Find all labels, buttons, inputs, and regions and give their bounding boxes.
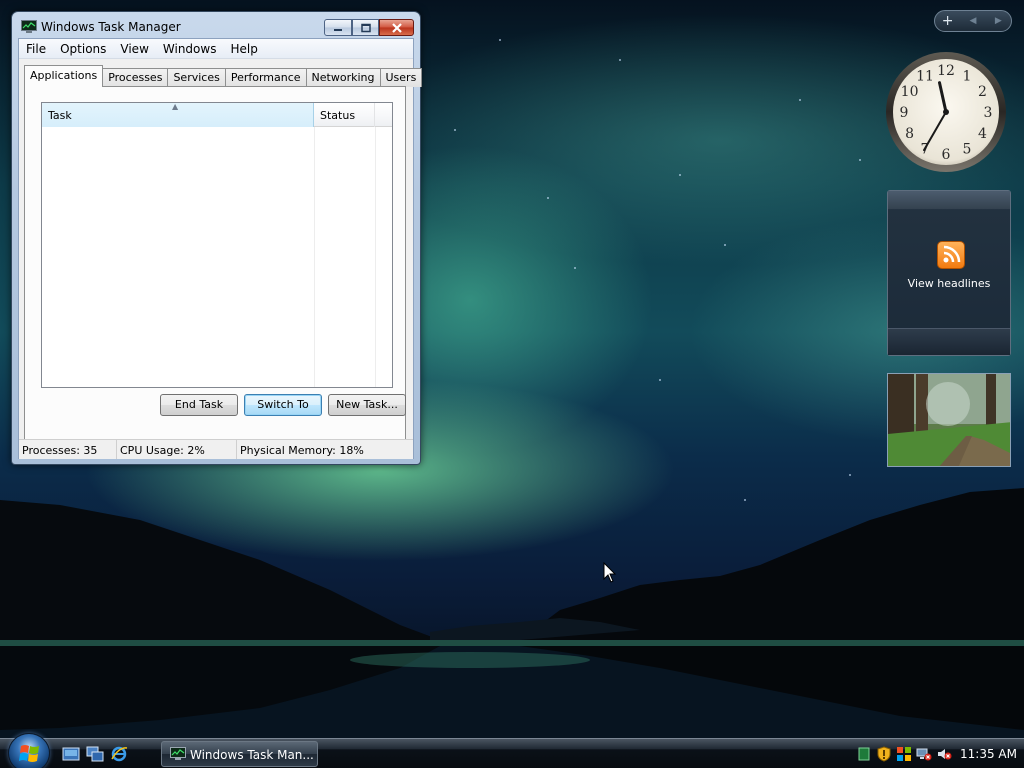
add-gadget-button[interactable]: + xyxy=(935,11,960,31)
clock-numeral: 2 xyxy=(978,84,987,100)
tab-applications[interactable]: Applications xyxy=(24,65,104,87)
clock-numeral: 11 xyxy=(916,69,934,85)
clock-numeral: 1 xyxy=(963,69,972,85)
taskbar-clock[interactable]: 11:35 AM xyxy=(960,747,1017,761)
taskbar-task-manager-button[interactable]: Windows Task Man... xyxy=(161,741,318,767)
clock-numeral: 10 xyxy=(901,84,919,100)
menu-windows[interactable]: Windows xyxy=(156,39,224,59)
clock-numeral: 5 xyxy=(963,141,972,157)
quick-launch-toolbar xyxy=(62,745,128,763)
menu-view[interactable]: View xyxy=(113,39,155,59)
taskbar-task-label: Windows Task Man... xyxy=(190,748,314,762)
next-page-icon[interactable]: ▶ xyxy=(986,11,1011,31)
tab-users[interactable]: Users xyxy=(379,68,423,87)
clock-numeral: 6 xyxy=(942,147,951,163)
gadget-footer-strip xyxy=(888,328,1010,355)
network-disconnected-icon[interactable] xyxy=(916,746,932,762)
security-shield-icon[interactable] xyxy=(876,746,892,762)
forest-path-photo-icon xyxy=(888,374,1010,466)
column-header-status-label: Status xyxy=(320,109,356,122)
minimize-icon xyxy=(334,28,342,31)
maximize-icon xyxy=(360,23,371,32)
windows-flag-icon[interactable] xyxy=(896,746,912,762)
rss-feed-icon xyxy=(937,241,965,269)
status-cpu-usage: CPU Usage: 2% xyxy=(117,440,237,459)
list-header: ▲ Task Status xyxy=(42,102,392,127)
menu-help[interactable]: Help xyxy=(223,39,264,59)
clock-numeral: 3 xyxy=(984,105,993,121)
tab-strip: Applications Processes Services Performa… xyxy=(24,65,423,87)
applications-panel: ▲ Task Status End Task Switch To New Tas… xyxy=(24,86,406,441)
new-task-button[interactable]: New Task... xyxy=(328,394,406,416)
previous-page-icon[interactable]: ◀ xyxy=(960,11,985,31)
status-bar: Processes: 35 CPU Usage: 2% Physical Mem… xyxy=(19,439,413,459)
menu-bar: File Options View Windows Help xyxy=(19,39,413,59)
status-physical-memory: Physical Memory: 18% xyxy=(240,444,364,457)
clock-numeral: 8 xyxy=(905,126,914,142)
switch-to-button[interactable]: Switch To xyxy=(244,394,322,416)
windows-logo-icon xyxy=(19,745,39,762)
column-header-task-label: Task xyxy=(48,109,72,122)
taskbar: Windows Task Man... 11:35 AM xyxy=(0,733,1024,768)
column-divider xyxy=(314,127,315,387)
window-title: Windows Task Manager xyxy=(41,20,181,34)
feed-headlines-gadget[interactable]: View headlines xyxy=(887,190,1011,356)
status-processes: Processes: 35 xyxy=(19,440,117,459)
show-desktop-icon[interactable] xyxy=(62,745,80,763)
close-button[interactable] xyxy=(379,19,414,36)
green-tray-icon[interactable] xyxy=(856,746,872,762)
clock-numeral: 9 xyxy=(900,105,909,121)
task-list[interactable]: ▲ Task Status xyxy=(41,102,393,388)
column-header-task[interactable]: ▲ Task xyxy=(42,102,314,127)
start-button[interactable] xyxy=(8,733,50,768)
sort-ascending-icon: ▲ xyxy=(172,102,179,111)
sidebar-controls: + ◀ ▶ xyxy=(934,10,1012,32)
task-manager-icon xyxy=(170,747,186,760)
clock-center-pin xyxy=(943,109,949,115)
clock-numeral: 4 xyxy=(978,126,987,142)
end-task-button[interactable]: End Task xyxy=(160,394,238,416)
task-manager-client-area: File Options View Windows Help Applicati… xyxy=(18,38,423,459)
tab-performance[interactable]: Performance xyxy=(224,68,307,87)
minimize-button[interactable] xyxy=(324,19,352,36)
menu-options[interactable]: Options xyxy=(53,39,113,59)
clock-gadget[interactable]: 121234567891011 xyxy=(884,50,1008,174)
clock-numeral: 12 xyxy=(937,63,955,79)
maximize-button[interactable] xyxy=(352,19,379,36)
menu-file[interactable]: File xyxy=(19,39,53,59)
task-manager-window[interactable]: Windows Task Manager File Options View W… xyxy=(11,11,423,465)
tab-processes[interactable]: Processes xyxy=(102,68,169,87)
task-manager-icon xyxy=(21,20,37,33)
mouse-pointer-icon xyxy=(603,562,617,583)
column-divider xyxy=(375,127,376,387)
switch-windows-icon[interactable] xyxy=(86,745,104,763)
slideshow-gadget[interactable] xyxy=(887,373,1011,467)
close-icon xyxy=(391,22,402,33)
volume-muted-icon[interactable] xyxy=(936,746,952,762)
notification-area: 11:35 AM xyxy=(856,739,1024,768)
tab-services[interactable]: Services xyxy=(167,68,226,87)
tab-networking[interactable]: Networking xyxy=(305,68,381,87)
view-headlines-link[interactable]: View headlines xyxy=(888,277,1010,290)
internet-explorer-icon[interactable] xyxy=(110,745,128,763)
column-header-status[interactable]: Status xyxy=(314,103,375,127)
gadget-header-strip xyxy=(888,191,1010,209)
